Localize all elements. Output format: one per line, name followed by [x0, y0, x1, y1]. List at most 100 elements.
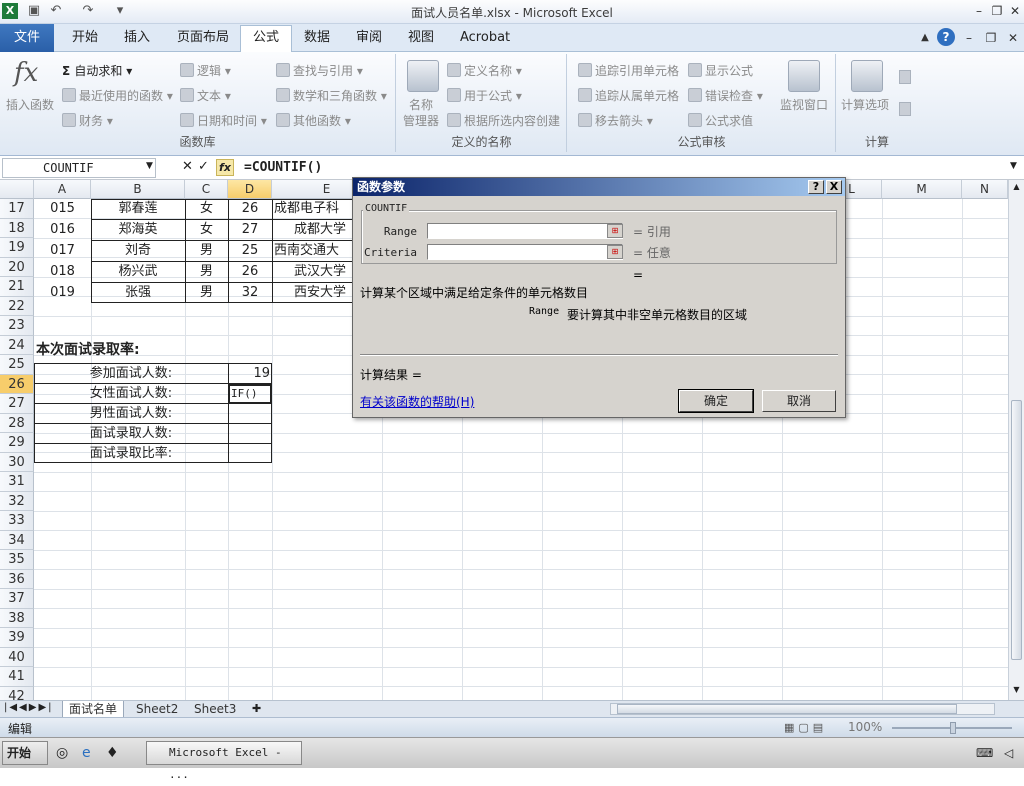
view-buttons-icon[interactable]: ▦▢▤: [784, 721, 827, 734]
row-header[interactable]: 42: [0, 686, 34, 700]
table-cell[interactable]: 015: [34, 199, 91, 219]
create-from-selection-button[interactable]: 根据所选内容创建: [447, 112, 560, 129]
insert-function-button[interactable]: 插入函数: [6, 96, 54, 113]
row-header[interactable]: 27: [0, 394, 34, 414]
zoom-slider-thumb[interactable]: [950, 722, 956, 734]
row-header[interactable]: 33: [0, 511, 34, 531]
zoom-level[interactable]: 100%: [848, 720, 882, 734]
tab-page-layout[interactable]: 页面布局: [165, 26, 241, 52]
row-header[interactable]: 21: [0, 277, 34, 297]
tab-home[interactable]: 开始: [60, 26, 110, 52]
range-collapse-icon[interactable]: ⊞: [607, 224, 623, 238]
row-header[interactable]: 35: [0, 550, 34, 570]
tab-acrobat[interactable]: Acrobat: [448, 26, 522, 52]
table-cell[interactable]: 杨兴武: [91, 262, 185, 282]
column-header-m[interactable]: M: [882, 180, 962, 199]
table-cell[interactable]: 男: [185, 241, 228, 261]
formula-input[interactable]: =COUNTIF(): [244, 158, 322, 178]
cancel-button[interactable]: 取消: [762, 390, 836, 412]
row-header[interactable]: 37: [0, 589, 34, 609]
criteria-input[interactable]: [427, 244, 623, 260]
app-icon[interactable]: ♦: [106, 745, 119, 761]
text-button[interactable]: 文本 ▾: [180, 87, 231, 104]
row-header[interactable]: 20: [0, 257, 34, 277]
summary-label[interactable]: 参加面试人数:: [34, 364, 228, 384]
row-header[interactable]: 23: [0, 316, 34, 336]
table-cell[interactable]: 26: [228, 199, 272, 219]
table-cell[interactable]: 016: [34, 220, 91, 240]
doc-minimize-icon[interactable]: –: [960, 29, 978, 47]
help-icon[interactable]: ?: [937, 28, 955, 46]
financial-button[interactable]: 财务 ▾: [62, 112, 113, 129]
summary-title[interactable]: 本次面试录取率:: [36, 340, 140, 360]
minimize-icon[interactable]: –: [970, 2, 988, 20]
row-header[interactable]: 22: [0, 296, 34, 316]
name-box[interactable]: COUNTIF: [2, 158, 156, 178]
sheet-tab[interactable]: Sheet3: [188, 701, 242, 718]
row-header[interactable]: 29: [0, 433, 34, 453]
define-name-button[interactable]: 定义名称 ▾: [447, 62, 522, 79]
scroll-down-icon[interactable]: ▼: [1011, 685, 1022, 697]
row-header[interactable]: 25: [0, 355, 34, 375]
summary-value[interactable]: 19: [228, 364, 270, 384]
summary-label[interactable]: 女性面试人数:: [34, 384, 228, 404]
vertical-scrollbar[interactable]: ▲ ▼: [1008, 180, 1024, 700]
use-in-formula-button[interactable]: 用于公式 ▾: [447, 87, 522, 104]
restore-icon[interactable]: ❐: [988, 2, 1006, 20]
tab-file[interactable]: 文件: [0, 24, 54, 52]
datetime-button[interactable]: 日期和时间 ▾: [180, 112, 267, 129]
table-cell[interactable]: 郑海英: [91, 220, 185, 240]
table-cell[interactable]: 26: [228, 262, 272, 282]
enter-icon[interactable]: ✓: [198, 159, 209, 174]
column-header-a[interactable]: A: [34, 180, 91, 199]
table-cell[interactable]: 女: [185, 220, 228, 240]
hscroll-thumb[interactable]: [617, 704, 957, 714]
calc-sheet-icon[interactable]: [899, 102, 911, 116]
table-cell[interactable]: 019: [34, 283, 91, 303]
more-functions-button[interactable]: 其他函数 ▾: [276, 112, 351, 129]
expand-formula-icon[interactable]: ▼: [1010, 161, 1017, 171]
table-cell[interactable]: 017: [34, 241, 91, 261]
horizontal-scrollbar[interactable]: [610, 703, 995, 715]
row-header[interactable]: 17: [0, 199, 34, 219]
autosum-button[interactable]: Σ 自动求和 ▾: [62, 62, 132, 79]
table-cell[interactable]: 018: [34, 262, 91, 282]
sheet-nav-icons[interactable]: |◀◀▶▶|: [4, 702, 54, 713]
table-cell[interactable]: 郭春莲: [91, 199, 185, 219]
calc-now-icon[interactable]: [899, 70, 911, 84]
row-header[interactable]: 28: [0, 413, 34, 433]
browser-icon[interactable]: e: [82, 745, 91, 761]
sheet-tab[interactable]: Sheet2: [130, 701, 184, 718]
scroll-up-icon[interactable]: ▲: [1011, 182, 1022, 194]
lookup-button[interactable]: 查找与引用 ▾: [276, 62, 363, 79]
cancel-icon[interactable]: ✕: [182, 159, 193, 174]
trace-dependents-button[interactable]: 追踪从属单元格: [578, 87, 679, 104]
row-header[interactable]: 34: [0, 530, 34, 550]
table-cell[interactable]: 张强: [91, 283, 185, 303]
row-header[interactable]: 31: [0, 472, 34, 492]
sheet-tab[interactable]: 面试名单: [62, 701, 125, 718]
collapse-ribbon-icon[interactable]: ▲: [916, 29, 934, 47]
row-header[interactable]: 39: [0, 628, 34, 648]
dialog-title[interactable]: 函数参数: [353, 178, 845, 196]
math-button[interactable]: 数学和三角函数 ▾: [276, 87, 387, 104]
name-box-dropdown-icon[interactable]: ▼: [146, 161, 153, 171]
insert-sheet-icon[interactable]: ✚: [252, 702, 261, 715]
column-header-b[interactable]: B: [91, 180, 185, 199]
start-button[interactable]: 开始: [2, 741, 48, 765]
logical-button[interactable]: 逻辑 ▾: [180, 62, 231, 79]
criteria-collapse-icon[interactable]: ⊞: [607, 245, 623, 259]
trace-precedents-button[interactable]: 追踪引用单元格: [578, 62, 679, 79]
row-header[interactable]: 41: [0, 667, 34, 687]
table-cell[interactable]: 女: [185, 199, 228, 219]
scroll-thumb[interactable]: [1011, 400, 1022, 660]
name-manager-label-2[interactable]: 管理器: [403, 112, 439, 129]
summary-label[interactable]: 男性面试人数:: [34, 404, 228, 424]
tab-formulas[interactable]: 公式: [240, 25, 293, 53]
doc-close-icon[interactable]: ✕: [1004, 29, 1022, 47]
keyboard-icon[interactable]: ⌨: [976, 746, 993, 760]
tab-view[interactable]: 视图: [396, 26, 446, 52]
taskbar-excel-button[interactable]: Microsoft Excel - ...: [146, 741, 302, 781]
name-manager-label-1[interactable]: 名称: [409, 96, 433, 113]
row-header[interactable]: 26: [0, 374, 34, 394]
